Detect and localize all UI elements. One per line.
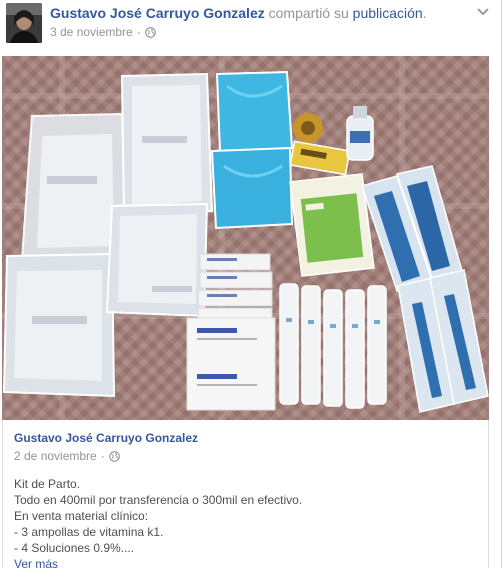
- post-line-3: En venta material clínico:: [14, 509, 149, 523]
- post-line-2: Todo en 400mil por transferencia o 300mi…: [14, 493, 303, 507]
- globe-icon[interactable]: [108, 450, 120, 462]
- see-more-link[interactable]: Ver más: [14, 556, 479, 568]
- author-name-link[interactable]: Gustavo José Carruyo Gonzalez: [50, 5, 265, 21]
- chevron-down-icon[interactable]: [474, 6, 492, 20]
- gauze-pads: [186, 317, 276, 411]
- post-photo[interactable]: [2, 56, 489, 420]
- post-header: Gustavo José Carruyo Gonzalez compartió …: [0, 0, 502, 52]
- avatar[interactable]: [6, 3, 42, 43]
- post-header-line: Gustavo José Carruyo Gonzalez compartió …: [50, 5, 427, 21]
- photo-illustration: [2, 56, 489, 420]
- iv-bag: [2, 252, 116, 398]
- post-date-link[interactable]: 3 de noviembre: [50, 25, 133, 39]
- gauze-pack: [289, 173, 375, 277]
- publication-link[interactable]: publicación: [353, 5, 423, 21]
- shared-post-card: Gustavo José Carruyo Gonzalez compartió …: [0, 0, 502, 568]
- post-line-4: - 3 ampollas de vitamina k1.: [14, 525, 164, 539]
- syringes: [279, 283, 387, 409]
- meta-separator: ·: [136, 25, 141, 39]
- shared-post: Gustavo José Carruyo Gonzalez 2 de novie…: [2, 420, 489, 568]
- suture-packs: [197, 253, 273, 325]
- action-text: compartió su: [268, 5, 349, 21]
- meta-separator: ·: [100, 449, 105, 463]
- iv-bag: [105, 202, 209, 318]
- shared-post-text: Kit de Parto. Todo en 400mil por transfe…: [14, 476, 479, 568]
- post-meta: 3 de noviembre ·: [50, 25, 156, 39]
- shared-author-link[interactable]: Gustavo José Carruyo Gonzalez: [14, 431, 198, 445]
- period-text: .: [422, 5, 427, 21]
- blue-gown: [210, 146, 294, 230]
- bottle: [346, 106, 374, 161]
- tape-roll: [293, 113, 323, 143]
- blue-gown: [215, 70, 294, 154]
- catheter-packs: [397, 269, 489, 413]
- iv-bag: [120, 72, 214, 218]
- globe-icon[interactable]: [144, 26, 156, 38]
- ampoule-box: [289, 140, 351, 176]
- shared-post-date-link[interactable]: 2 de noviembre: [14, 449, 97, 463]
- post-line-5: - 4 Soluciones 0.9%....: [14, 541, 135, 555]
- post-line-1: Kit de Parto.: [14, 477, 81, 491]
- shared-post-meta: 2 de noviembre ·: [14, 449, 120, 463]
